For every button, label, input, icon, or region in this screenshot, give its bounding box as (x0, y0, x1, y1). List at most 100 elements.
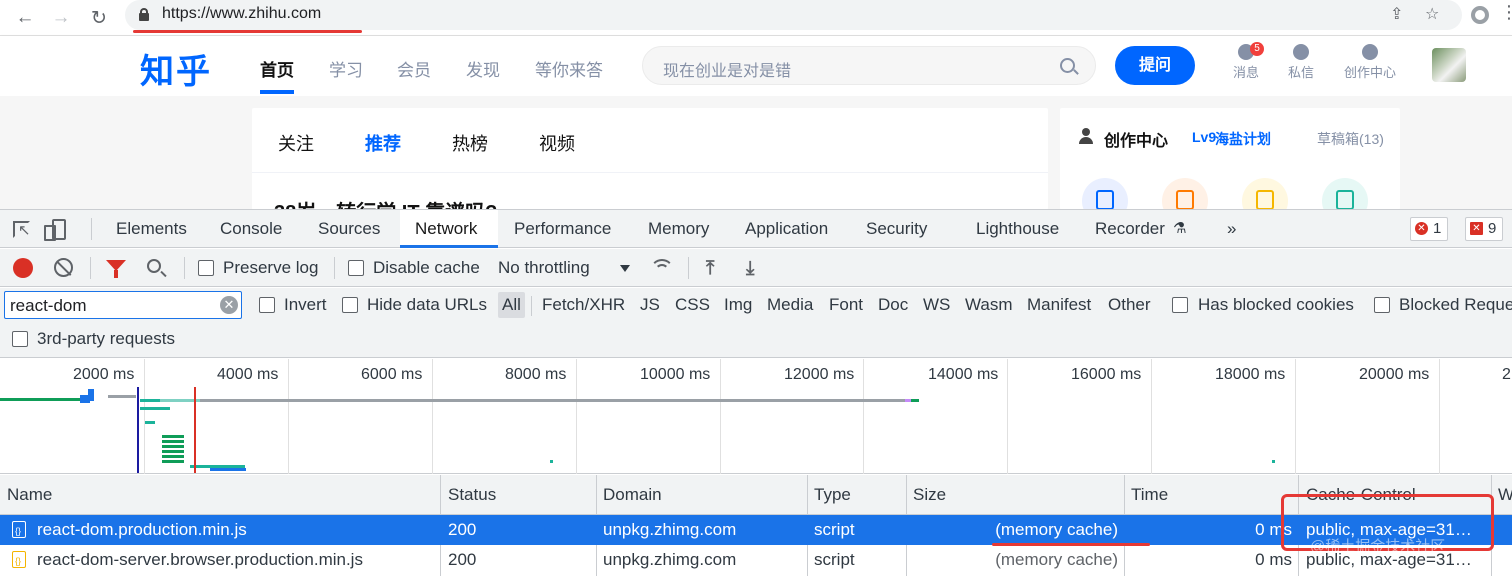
private-messages-label: 私信 (1287, 65, 1314, 80)
type-filter-font[interactable]: Font (825, 292, 867, 318)
has-blocked-cookies-label[interactable]: Has blocked cookies (1198, 295, 1354, 315)
blocked-requests-label[interactable]: Blocked Reque (1399, 295, 1512, 315)
column-header-size[interactable]: Size (913, 485, 946, 505)
nav-learn[interactable]: 学习 (329, 56, 363, 81)
device-toggle-icon[interactable] (44, 219, 66, 241)
search-input[interactable]: 现在创业是对是错 (642, 46, 1096, 85)
kebab-menu-icon[interactable]: ⋮ (1500, 2, 1512, 23)
type-filter-js[interactable]: JS (636, 292, 664, 318)
export-har-icon[interactable]: ⤓ (746, 258, 754, 280)
creator-center-button[interactable]: 创作中心 (1340, 44, 1400, 81)
hide-data-urls-checkbox[interactable] (342, 297, 358, 313)
row-name[interactable]: react-dom-server.browser.production.min.… (37, 550, 363, 570)
forward-arrow-icon[interactable]: → (48, 5, 74, 31)
tab-elements[interactable]: Elements (116, 219, 187, 239)
disable-cache-checkbox[interactable] (348, 260, 364, 276)
drafts-link[interactable]: 草稿箱(13) (1317, 129, 1384, 149)
zhihu-logo[interactable]: 知乎 (140, 44, 212, 93)
annotation-underline-size (992, 543, 1150, 546)
tab-memory[interactable]: Memory (648, 219, 709, 239)
type-filter-doc[interactable]: Doc (874, 292, 912, 318)
row-name[interactable]: react-dom.production.min.js (37, 520, 247, 540)
tab-lighthouse[interactable]: Lighthouse (976, 219, 1059, 239)
type-filter-img[interactable]: Img (720, 292, 756, 318)
tab-security[interactable]: Security (866, 219, 927, 239)
nav-vip[interactable]: 会员 (397, 56, 431, 81)
nav-waiting-answers[interactable]: 等你来答 (535, 56, 603, 81)
clear-icon[interactable] (54, 258, 73, 277)
nav-home[interactable]: 首页 (260, 56, 294, 81)
blocked-requests-checkbox[interactable] (1374, 297, 1390, 313)
inspect-element-icon[interactable] (13, 221, 31, 239)
more-tabs-icon[interactable]: » (1227, 219, 1236, 239)
errors-counter[interactable]: ✕ 1 (1410, 217, 1449, 241)
column-header-type[interactable]: Type (814, 485, 851, 505)
tab-hot[interactable]: 热榜 (452, 130, 488, 156)
type-filter-manifest[interactable]: Manifest (1023, 292, 1095, 318)
tab-sources[interactable]: Sources (318, 219, 380, 239)
reload-icon[interactable]: ↻ (86, 5, 112, 31)
filter-input[interactable]: react-dom ✕ (4, 291, 242, 319)
tab-network[interactable]: Network (415, 219, 477, 239)
filter-input-value[interactable]: react-dom (10, 296, 87, 316)
tab-video[interactable]: 视频 (539, 130, 575, 156)
bookmark-star-icon[interactable]: ☆ (1425, 4, 1439, 24)
type-filter-css[interactable]: CSS (671, 292, 714, 318)
search-icon[interactable] (1060, 58, 1075, 73)
type-filter-wasm[interactable]: Wasm (961, 292, 1017, 318)
preserve-log-label[interactable]: Preserve log (223, 258, 318, 278)
third-party-label[interactable]: 3rd-party requests (37, 329, 175, 349)
tab-application[interactable]: Application (745, 219, 828, 239)
column-header-waterfall[interactable]: W (1498, 485, 1512, 505)
import-har-icon[interactable]: ⤒ (706, 258, 714, 280)
waterfall-bar (162, 460, 184, 463)
third-party-checkbox[interactable] (12, 331, 28, 347)
tab-recommend[interactable]: 推荐 (365, 130, 401, 156)
throttling-select[interactable]: No throttling (498, 258, 590, 278)
invert-label[interactable]: Invert (284, 295, 327, 315)
lock-icon[interactable] (139, 8, 149, 21)
avatar[interactable] (1432, 48, 1466, 82)
tab-recorder[interactable]: Recorder (1095, 219, 1165, 239)
column-header-time[interactable]: Time (1131, 485, 1168, 505)
type-filter-all[interactable]: All (498, 292, 525, 318)
tab-console[interactable]: Console (220, 219, 282, 239)
address-bar[interactable]: https://www.zhihu.com ⇪ ☆ (125, 0, 1462, 30)
profile-icon[interactable] (1471, 6, 1489, 24)
url-text[interactable]: https://www.zhihu.com (162, 5, 321, 23)
search-placeholder: 现在创业是对是错 (663, 63, 792, 80)
ask-button[interactable]: 提问 (1115, 46, 1195, 85)
preserve-log-checkbox[interactable] (198, 260, 214, 276)
column-header-name[interactable]: Name (7, 485, 52, 505)
search-icon[interactable] (147, 259, 161, 273)
nav-discover[interactable]: 发现 (466, 56, 500, 81)
tab-performance[interactable]: Performance (514, 219, 611, 239)
type-filter-fetch-xhr[interactable]: Fetch/XHR (538, 292, 629, 318)
divider (334, 257, 335, 279)
tab-follow[interactable]: 关注 (278, 130, 314, 156)
sea-salt-plan-link[interactable]: 海盐计划 (1215, 129, 1271, 149)
column-header-domain[interactable]: Domain (603, 485, 662, 505)
disable-cache-label[interactable]: Disable cache (373, 258, 480, 278)
network-overview[interactable]: 2000 ms 4000 ms 6000 ms 8000 ms 10000 ms… (0, 359, 1512, 474)
filter-icon[interactable] (106, 260, 126, 278)
issues-counter[interactable]: ✕ 9 (1465, 217, 1504, 241)
hide-data-urls-label[interactable]: Hide data URLs (367, 295, 487, 315)
record-icon[interactable] (13, 258, 33, 278)
overview-tick: 8000 ms (505, 366, 567, 383)
type-filter-ws[interactable]: WS (919, 292, 954, 318)
type-filter-other[interactable]: Other (1104, 292, 1155, 318)
private-messages-button[interactable]: 私信 (1271, 44, 1331, 81)
type-filter-media[interactable]: Media (763, 292, 817, 318)
back-arrow-icon[interactable]: ← (12, 5, 38, 31)
clear-filter-icon[interactable]: ✕ (220, 296, 238, 314)
invert-checkbox[interactable] (259, 297, 275, 313)
column-header-status[interactable]: Status (448, 485, 496, 505)
creator-title[interactable]: 创作中心 (1104, 127, 1168, 151)
dom-content-loaded-marker (137, 387, 139, 473)
messages-button[interactable]: 5 消息 (1216, 42, 1276, 81)
chevron-down-icon[interactable] (620, 265, 630, 272)
has-blocked-cookies-checkbox[interactable] (1172, 297, 1188, 313)
network-conditions-icon[interactable] (650, 259, 674, 277)
share-icon[interactable]: ⇪ (1390, 4, 1403, 24)
